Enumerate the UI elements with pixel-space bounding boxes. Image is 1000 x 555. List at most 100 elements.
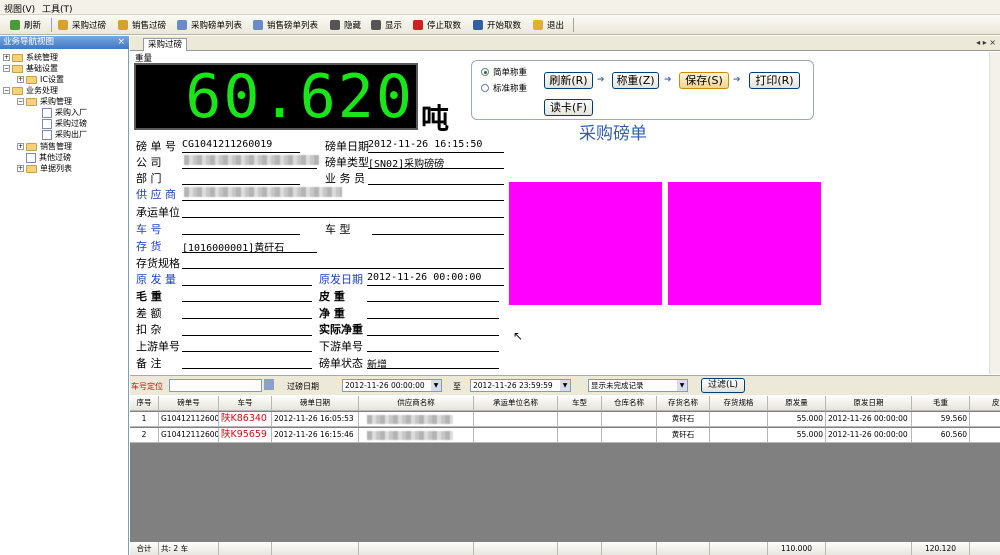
column-header[interactable]: 原发量 [768, 396, 826, 411]
nav-item-ic[interactable]: + IC设置 [17, 74, 64, 85]
expand-icon[interactable]: + [17, 165, 24, 172]
supplier-value-redacted[interactable] [184, 187, 342, 197]
close-icon[interactable]: × [117, 36, 125, 49]
column-header[interactable]: 供应商名称 [359, 396, 474, 411]
date-from-picker[interactable]: 2012-11-26 00:00:00 ▼ [342, 379, 442, 392]
column-header[interactable]: 序号 [130, 396, 159, 411]
camera-view-2 [668, 182, 821, 305]
type-underline [368, 168, 504, 169]
tab-nav-buttons[interactable]: ◂ ▸ × [976, 38, 996, 47]
dept-underline [182, 184, 300, 185]
collapse-icon[interactable]: − [17, 98, 24, 105]
read-card-button[interactable]: 读卡(F) [544, 99, 593, 116]
nav-item-business[interactable]: − 业务处理 [3, 85, 58, 96]
collapse-icon[interactable]: − [3, 65, 10, 72]
hide-button[interactable]: 隐藏 [330, 18, 361, 32]
document-icon [42, 129, 52, 140]
column-header[interactable]: 车型 [558, 396, 602, 411]
purchase-weigh-button[interactable]: 采购过磅 [58, 18, 106, 32]
column-header[interactable]: 皮重 [970, 396, 1000, 411]
goods-label: 存 货 [136, 240, 162, 253]
date-to-picker[interactable]: 2012-11-26 23:59:59 ▼ [470, 379, 571, 392]
column-header[interactable]: 磅单号 [159, 396, 219, 411]
nav-panel-title: 业务导航视图 [0, 36, 129, 49]
column-header[interactable]: 车号 [219, 396, 272, 411]
folder-icon [26, 75, 37, 84]
arrow-right-icon: ➔ [597, 75, 605, 85]
orig-date-label: 原发日期 [319, 273, 363, 286]
table-row[interactable]: 2 G104121126001 陕K95659 2012-11-26 16:15… [130, 428, 1000, 443]
footer-cell [474, 542, 558, 555]
purchase-list-button[interactable]: 采购磅单列表 [177, 18, 242, 32]
staff-underline [368, 184, 504, 185]
nav-item-purchase[interactable]: − 采购管理 [17, 96, 72, 107]
toolbar: 刷新 采购过磅 销售过磅 采购磅单列表 销售磅单列表 隐藏 显示 停止取数 开始… [0, 15, 1000, 35]
collapse-icon[interactable]: − [3, 87, 10, 94]
start-fetch-button[interactable]: 开始取数 [473, 18, 521, 32]
toolbar-separator [51, 18, 52, 32]
expand-icon[interactable]: + [17, 76, 24, 83]
date-from-value: 2012-11-26 00:00:00 [345, 381, 425, 390]
ticket-no-value[interactable]: CG1041211260019 [182, 139, 272, 150]
weigh-date-label: 过磅日期 [287, 382, 319, 391]
column-header[interactable]: 存货名称 [657, 396, 710, 411]
column-header[interactable]: 存货规格 [710, 396, 768, 411]
simple-weigh-radio[interactable]: 简单称重 [481, 66, 527, 78]
expand-icon[interactable]: + [3, 54, 10, 61]
refresh-button[interactable]: 刷新 [10, 18, 41, 32]
plate-search-label: 车号定位 [131, 382, 163, 391]
vertical-scrollbar[interactable] [989, 52, 1000, 374]
exit-button[interactable]: 退出 [533, 18, 564, 32]
filter-button[interactable]: 过滤(L) [701, 378, 745, 393]
status-underline [367, 368, 499, 369]
date-to-label: 至 [453, 382, 461, 391]
sales-weigh-button[interactable]: 销售过磅 [118, 18, 166, 32]
cell-gross: 60.560 [912, 428, 970, 443]
date-value[interactable]: 2012-11-26 16:15:50 [368, 139, 482, 150]
column-header[interactable]: 承运单位名称 [474, 396, 558, 411]
company-value-redacted[interactable] [184, 155, 319, 165]
dept-label: 部 门 [136, 172, 162, 185]
standard-weigh-radio[interactable]: 标准称重 [481, 82, 527, 94]
table-row[interactable]: 1 G104121126001 陕K86340 2012-11-26 16:05… [130, 412, 1000, 427]
ticket-grid: 序号 磅单号 车号 磅单日期 供应商名称 承运单位名称 车型 仓库名称 存货名称… [130, 396, 1000, 555]
column-header[interactable]: 原发日期 [826, 396, 912, 411]
print-button[interactable]: 打印(R) [749, 72, 800, 89]
cell-vehicle-type [558, 428, 602, 443]
cell-index: 2 [130, 428, 159, 443]
nav-item-purchase-out[interactable]: 采购出厂 [42, 129, 87, 140]
nav-item-purchase-weigh[interactable]: 采购过磅 [42, 118, 87, 129]
save-button[interactable]: 保存(S) [679, 72, 729, 89]
plate-search-input[interactable] [169, 379, 262, 392]
nav-item-system[interactable]: + 系统管理 [3, 52, 58, 63]
weigh-button[interactable]: 称重(Z) [612, 72, 659, 89]
record-scope-select[interactable]: 显示未完成记录 ▼ [588, 379, 688, 392]
orig-date-value[interactable]: 2012-11-26 00:00:00 [367, 272, 481, 283]
stop-fetch-button[interactable]: 停止取数 [413, 18, 461, 32]
footer-cell [657, 542, 710, 555]
column-header[interactable]: 磅单日期 [272, 396, 359, 411]
column-header[interactable]: 仓库名称 [602, 396, 657, 411]
sales-list-button[interactable]: 销售磅单列表 [253, 18, 318, 32]
record-scope-value: 显示未完成记录 [591, 381, 644, 390]
nav-item-sales[interactable]: + 销售管理 [17, 141, 72, 152]
column-header[interactable]: 毛重 [912, 396, 970, 411]
cell-supplier [359, 412, 474, 427]
show-button[interactable]: 显示 [371, 18, 402, 32]
nav-item-purchase-in[interactable]: 采购入厂 [42, 107, 87, 118]
chevron-down-icon: ▼ [560, 380, 570, 391]
cell-tare [970, 428, 1000, 443]
nav-item-basic[interactable]: − 基础设置 [3, 63, 58, 74]
menu-bar: 视图(V) 工具(T) [0, 0, 1000, 15]
folder-icon [12, 53, 23, 62]
nav-item-other[interactable]: 其他过磅 [26, 152, 71, 163]
menu-view[interactable]: 视图(V) [4, 2, 35, 15]
calendar-icon[interactable] [264, 379, 274, 390]
expand-icon[interactable]: + [17, 143, 24, 150]
refresh-button[interactable]: 刷新(R) [544, 72, 593, 89]
menu-tools[interactable]: 工具(T) [42, 2, 73, 15]
folder-icon [26, 142, 37, 151]
nav-item-list[interactable]: + 单据列表 [17, 163, 72, 174]
tab-purchase-weigh[interactable]: 采购过磅 [143, 38, 187, 51]
cell-vehicle-type [558, 412, 602, 427]
